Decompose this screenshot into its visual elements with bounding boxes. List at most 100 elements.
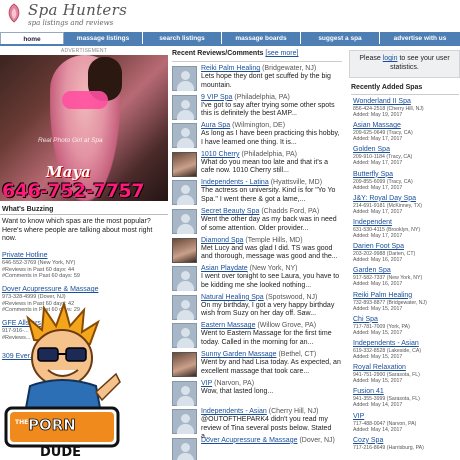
review-spa-link[interactable]: 9 VIP Spa — [201, 94, 232, 101]
recent-spa-link[interactable]: Darien Foot Spa — [353, 242, 459, 251]
avatar-body — [177, 281, 194, 292]
review-text: What do you mean too late and that it's … — [201, 158, 329, 175]
review-spa-link[interactable]: Dover Acupressure & Massage — [201, 437, 298, 444]
recent-spa-link[interactable]: Garden Spa — [353, 266, 459, 275]
default-avatar-icon[interactable] — [172, 380, 197, 406]
recent-spa-link[interactable]: Royal Relaxation — [353, 363, 459, 372]
review-title: Independents - Asian (Cherry Hill, NJ) — [201, 407, 319, 416]
recent-spa-link[interactable]: Cozy Spa — [353, 436, 459, 445]
review-text: On my birthday, I got a very happy birth… — [201, 301, 335, 318]
recent-spa-link[interactable]: J&Y: Royal Day Spa — [353, 194, 459, 203]
recent-spa-added: Added: May 14, 2017 — [353, 402, 403, 409]
recent-spa-added: Added: May 16, 2017 — [353, 281, 403, 288]
review-spa-link[interactable]: VIP — [201, 380, 212, 387]
porn-dude-badge[interactable]: THE PORN DUDE — [4, 300, 122, 460]
recent-spa-link[interactable]: Wonderland II Spa — [353, 97, 459, 106]
recent-spa-item: Asian Massage 209-625-0649 (Tracy, CA) Add… — [353, 121, 459, 142]
recent-spa-added: Added: May 17, 2017 — [353, 233, 403, 239]
review-item: Dover Acupressure & Massage (Dover, NJ) — [172, 436, 344, 460]
ad-label: ADVERTISEMENT — [60, 48, 108, 54]
default-avatar-icon[interactable] — [172, 409, 197, 435]
recent-spa-link[interactable]: Butterfly Spa — [353, 170, 459, 179]
default-avatar-icon[interactable] — [172, 437, 197, 460]
recent-spa-item: Royal Relaxation 941-751-2900 (Sarasota, … — [353, 363, 459, 384]
site-tagline: spa listings and reviews — [28, 19, 114, 27]
recent-spa-link[interactable]: Independents - Asian — [353, 339, 459, 348]
review-spa-link[interactable]: Independents - Latina — [201, 179, 269, 186]
reviewer-photo[interactable] — [172, 237, 197, 263]
default-avatar-icon[interactable] — [172, 94, 197, 120]
recent-spa-item: Fusion 41 941-355-3999 (Sarasota, FL) Adde… — [353, 387, 459, 408]
buzz-item-name[interactable]: Dover Acupressure & Massage — [2, 285, 166, 294]
default-avatar-icon[interactable] — [172, 323, 197, 349]
spa-hunters-logo-icon[interactable] — [3, 2, 25, 24]
recent-spa-item: Garden Spa 917-582-7337 (New York, NY) Add… — [353, 266, 459, 287]
review-spa-link[interactable]: Natural Healing Spa — [201, 294, 264, 301]
recent-spa-link[interactable]: Chi Spa — [353, 315, 459, 324]
review-spa-link[interactable]: Secret Beauty Spa — [201, 208, 259, 215]
recent-spa-added: Added: May 17, 2017 — [353, 184, 403, 191]
site-header: Spa Hunters spa listings and reviews — [0, 0, 460, 32]
reviewer-photo[interactable] — [172, 151, 197, 177]
buzz-item-name[interactable]: Private Hotline — [2, 251, 166, 260]
reviews-heading: Recent Reviews/Comments [see more] — [172, 50, 298, 57]
recent-spa-item: Chi Spa 717-781-7009 (York, PA) Added: May… — [353, 315, 459, 336]
default-avatar-icon[interactable] — [172, 123, 197, 149]
review-location: (Narvon, PA) — [214, 379, 255, 387]
review-spa-link[interactable]: Diamond Spa — [201, 237, 243, 244]
review-spa-link[interactable]: Sunny Garden Massage — [201, 351, 277, 358]
login-suffix: to see your user statistics. — [390, 55, 450, 71]
review-spa-link[interactable]: Independents - Asian — [201, 408, 267, 415]
reviews-divider — [172, 61, 342, 62]
recent-spa-link[interactable]: Asian Massage — [353, 121, 459, 130]
default-avatar-icon[interactable] — [172, 294, 197, 320]
review-location: (New York, NY) — [249, 265, 298, 273]
reviews-heading-label: Recent Reviews/Comments — [172, 50, 264, 57]
recent-spa-link[interactable]: Fusion 41 — [353, 387, 459, 396]
recent-spa-item: Butterfly Spa 209-855-6099 (Tracy, CA) Add… — [353, 170, 459, 191]
default-avatar-icon[interactable] — [172, 266, 197, 292]
recent-spa-added: Added: May 17, 2017 — [353, 208, 403, 215]
review-spa-link[interactable]: Eastern Massage — [201, 322, 255, 329]
review-spa-link[interactable]: Aura Spa — [201, 122, 230, 129]
default-avatar-icon[interactable] — [172, 66, 197, 91]
review-text: I went over tonight to see Laura, you ha… — [201, 273, 340, 289]
see-more-link[interactable]: [see more] — [265, 50, 298, 57]
review-location: (Bridgewater, NJ) — [262, 65, 317, 72]
review-spa-link[interactable]: Asian Playdate — [201, 265, 248, 272]
avatar-body — [177, 138, 194, 149]
avatar-head — [181, 414, 190, 424]
login-link[interactable]: login — [383, 55, 398, 62]
badge-word-porn: PORN — [28, 416, 76, 434]
avatar-head — [181, 185, 190, 195]
recent-spa-link[interactable]: VIP — [353, 412, 459, 421]
recent-spa-added: Added: May 19, 2017 — [353, 112, 403, 118]
ad-photo-top — [62, 91, 108, 109]
avatar-head — [181, 328, 190, 338]
review-location: (Chadds Ford, PA) — [261, 208, 320, 215]
recent-spa-link[interactable]: Independent — [353, 218, 459, 227]
review-title: 9 VIP Spa (Philadelphia, PA) — [201, 93, 290, 102]
avatar-head — [181, 442, 190, 452]
review-title: Aura Spa (Wilmington, DE) — [201, 121, 285, 130]
reviewer-photo[interactable] — [172, 352, 197, 377]
ad-name: Maya — [46, 163, 91, 181]
review-location: (Wilmington, DE) — [232, 122, 286, 130]
site-title[interactable]: Spa Hunters — [28, 1, 127, 19]
review-location: (Philadelphia, PA) — [234, 93, 290, 101]
recent-spa-item: Independents - Asian 619-332-8528 (Lakesi… — [353, 339, 459, 360]
recent-spa-link[interactable]: Golden Spa — [353, 145, 459, 154]
default-avatar-icon[interactable] — [172, 209, 197, 234]
default-avatar-icon[interactable] — [172, 180, 197, 206]
recent-spa-added: Added: May 15, 2017 — [353, 378, 403, 385]
avatar-head — [181, 214, 190, 223]
advertisement-banner[interactable]: Real Photo Girl at Spa Maya 646-752-7757 — [0, 55, 168, 201]
recent-spa-item: VIP 717-488-0047 (Narvon, PA) Added: May 1… — [353, 412, 459, 433]
review-spa-link[interactable]: 1010 Cherry — [201, 151, 240, 158]
recent-spa-item: J&Y: Royal Day Spa 214-691-9181 (McKinney… — [353, 194, 459, 215]
review-spa-link[interactable]: Reiki Palm Healing — [201, 65, 260, 72]
badge-the: THE — [15, 419, 28, 426]
review-location: (Hyattsville, MD) — [270, 179, 323, 187]
recent-spa-link[interactable]: Reiki Palm Healing — [353, 291, 459, 300]
ad-watermark: Real Photo Girl at Spa — [38, 137, 103, 144]
